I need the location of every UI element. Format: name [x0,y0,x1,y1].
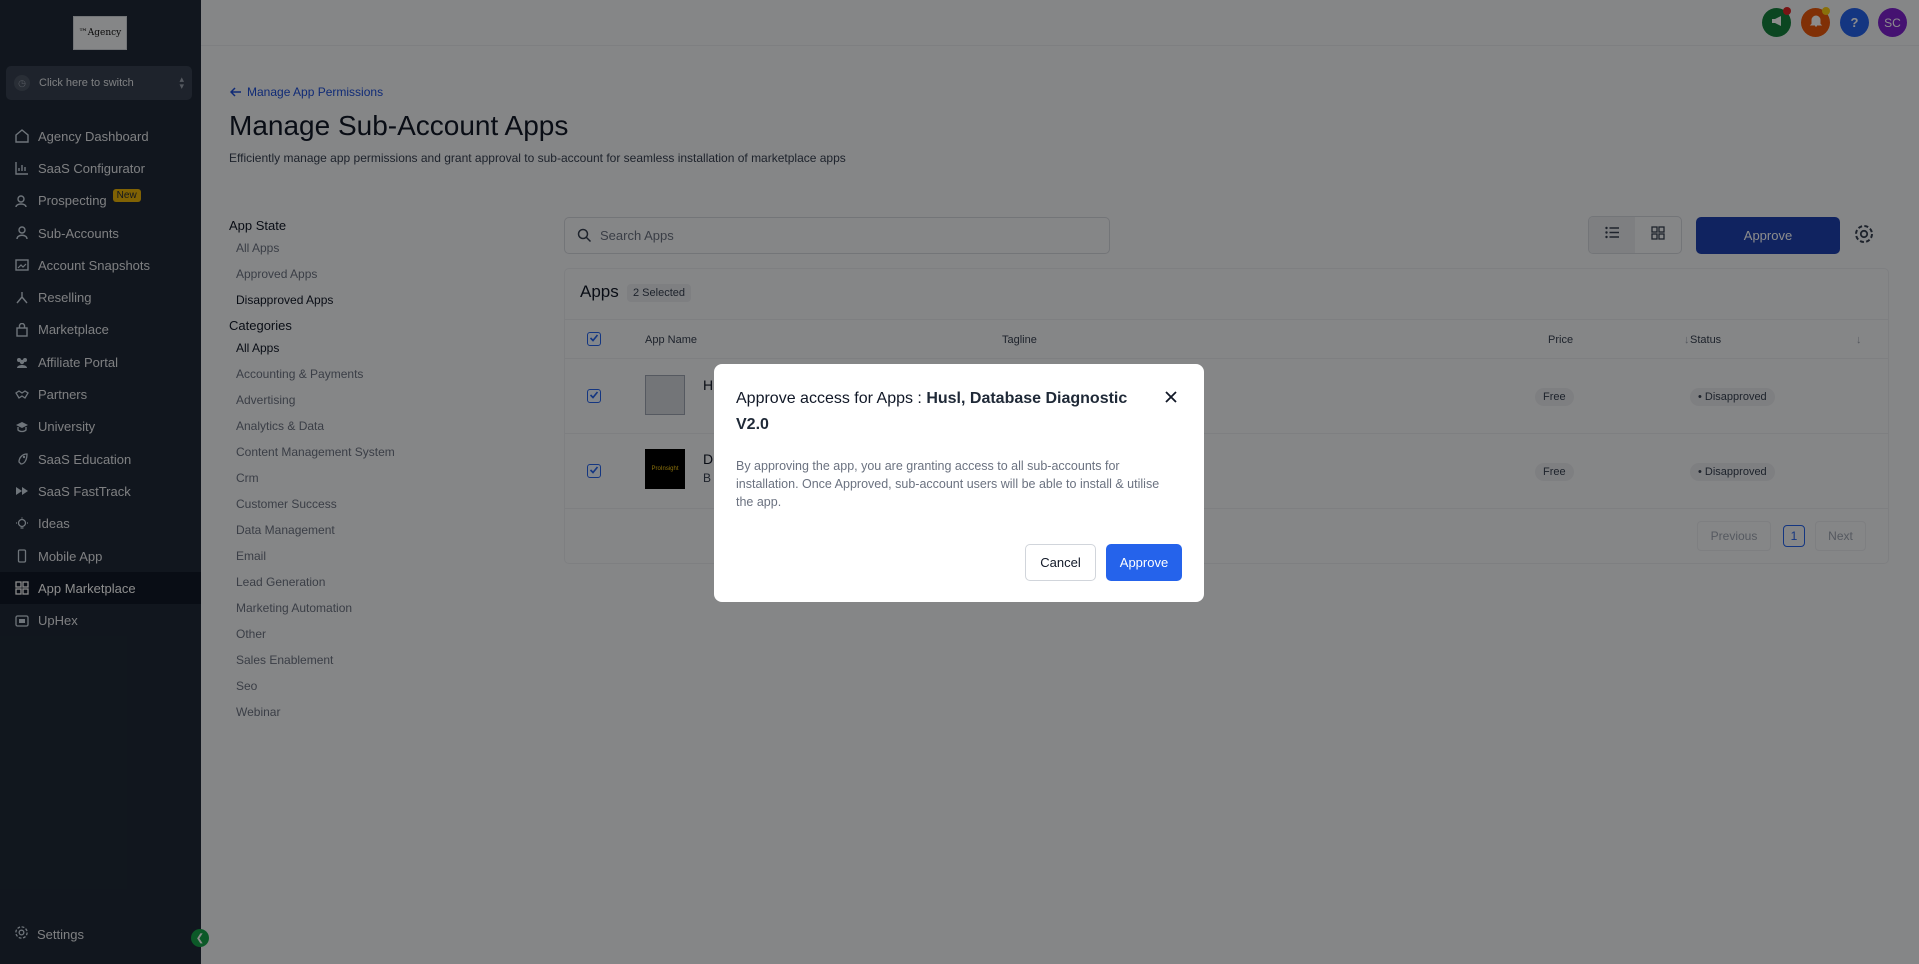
modal-title-prefix: Approve access for Apps : [736,390,927,407]
approve-access-modal: Approve access for Apps : Husl, Database… [714,364,1204,602]
confirm-approve-button[interactable]: Approve [1106,544,1182,581]
modal-body: By approving the app, you are granting a… [736,459,1160,509]
close-icon[interactable] [1164,388,1178,409]
cancel-button[interactable]: Cancel [1025,544,1096,581]
modal-title: Approve access for Apps : Husl, Database… [736,386,1156,438]
